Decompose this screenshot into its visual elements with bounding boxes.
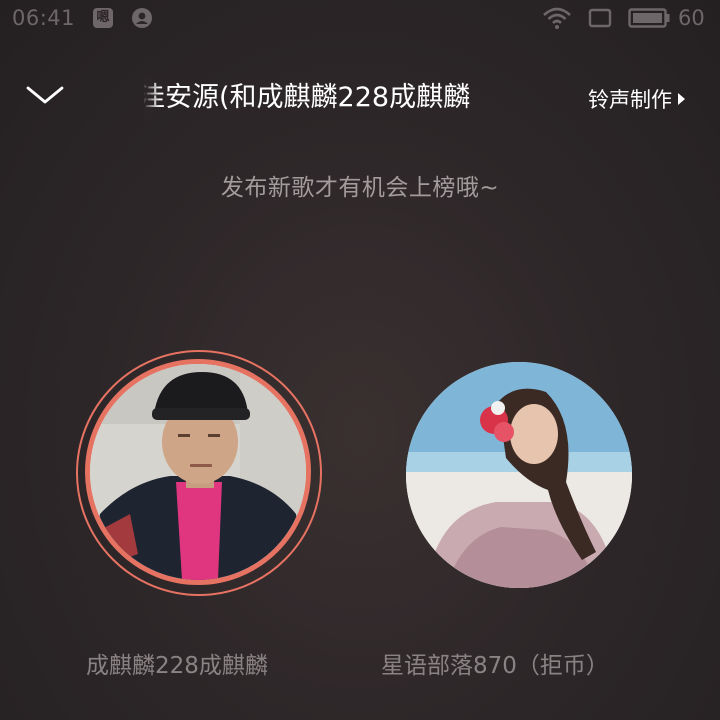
singer-name-2[interactable]: 星语部落870（拒币） bbox=[381, 646, 609, 680]
status-bar: 06:41 嗯 60 bbox=[0, 0, 720, 40]
chevron-down-icon bbox=[26, 86, 64, 104]
wifi-icon bbox=[543, 7, 571, 29]
app-notification-icon: 嗯 bbox=[93, 8, 113, 28]
play-triangle-icon bbox=[678, 93, 685, 105]
window-icon bbox=[588, 8, 612, 28]
chart-hint-text: 发布新歌才有机会上榜哦~ bbox=[220, 175, 500, 201]
collapse-button[interactable] bbox=[22, 78, 68, 114]
avatar-photo-2 bbox=[406, 362, 632, 588]
singer-name-1[interactable]: 成麒麟228成麒麟 bbox=[86, 646, 268, 680]
singer-avatar-2[interactable] bbox=[406, 362, 632, 588]
song-title-marquee: 洼安源(和成麒麟228成麒麟 bbox=[144, 76, 584, 120]
battery-icon bbox=[628, 8, 670, 28]
avatar-photo-1 bbox=[85, 359, 311, 585]
title-fade bbox=[144, 76, 160, 120]
song-title: 洼安源(和成麒麟228成麒麟 bbox=[144, 82, 471, 113]
ringtone-maker-label: 铃声制作 bbox=[588, 88, 672, 112]
singer-avatar-1[interactable] bbox=[76, 350, 322, 596]
battery-level: 60 bbox=[678, 6, 705, 30]
user-icon bbox=[132, 8, 152, 28]
ringtone-maker-link[interactable]: 铃声制作 bbox=[588, 82, 685, 116]
status-time: 06:41 bbox=[12, 6, 76, 30]
